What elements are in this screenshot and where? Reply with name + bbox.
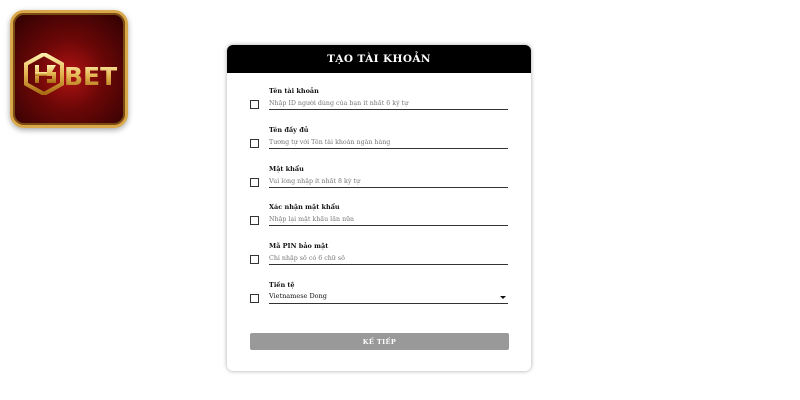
fullname-checkbox[interactable] — [250, 139, 259, 148]
username-input[interactable] — [269, 97, 508, 110]
next-button[interactable]: KẾ TIẾP — [250, 333, 509, 350]
pin-input[interactable] — [269, 252, 508, 265]
password-field: Mật khẩu — [227, 151, 531, 188]
confirm-password-field: Xác nhận mật khẩu — [227, 189, 531, 226]
username-checkbox[interactable] — [250, 100, 259, 109]
confirm-password-input[interactable] — [269, 213, 508, 226]
password-input[interactable] — [269, 175, 508, 188]
currency-checkbox[interactable] — [250, 294, 259, 303]
logo-wordmark: BET — [64, 62, 117, 91]
currency-select[interactable]: Vietnamese Dong — [269, 291, 508, 304]
pin-label: Mã PIN bảo mật — [269, 242, 329, 250]
currency-field: Tiền tệ Vietnamese Dong — [227, 267, 531, 304]
chevron-down-icon — [500, 296, 506, 299]
username-label: Tên tài khoản — [269, 87, 319, 95]
form-title: TẠO TÀI KHOẢN — [227, 45, 531, 73]
currency-value: Vietnamese Dong — [269, 292, 327, 300]
logo-mark: BET — [24, 53, 117, 95]
confirm-password-label: Xác nhận mật khẩu — [269, 203, 340, 211]
password-label: Mật khẩu — [269, 165, 304, 173]
currency-label: Tiền tệ — [269, 281, 295, 289]
fullname-input[interactable] — [269, 136, 508, 149]
fullname-label: Tên đầy đủ — [269, 126, 309, 134]
username-field: Tên tài khoản — [227, 73, 531, 110]
pin-field: Mã PIN bảo mật — [227, 228, 531, 265]
fullname-field: Tên đầy đủ — [227, 112, 531, 149]
brand-logo[interactable]: BET — [10, 10, 128, 128]
pin-checkbox[interactable] — [250, 255, 259, 264]
password-checkbox[interactable] — [250, 178, 259, 187]
confirm-password-checkbox[interactable] — [250, 216, 259, 225]
registration-form: TẠO TÀI KHOẢN Tên tài khoản Tên đầy đủ M… — [227, 45, 531, 371]
